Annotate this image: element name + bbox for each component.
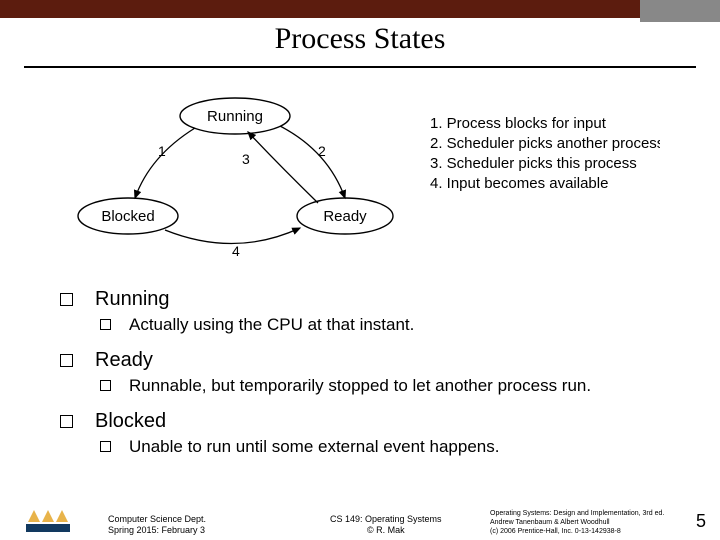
arrow-3-label: 3 <box>242 151 250 167</box>
footer-course-name: CS 149: Operating Systems <box>330 514 442 525</box>
title-underline <box>24 66 696 68</box>
footer-reference: Operating Systems: Design and Implementa… <box>490 509 670 536</box>
bullet-box-icon <box>100 380 111 391</box>
bullet-ready-sub: Runnable, but temporarily stopped to let… <box>60 376 690 396</box>
bullet-running-label: Running <box>95 288 170 311</box>
arrow-2-label: 2 <box>318 143 326 159</box>
bullet-blocked-label: Blocked <box>95 410 166 433</box>
footer-author: © R. Mak <box>330 525 442 536</box>
bullet-blocked-sub: Unable to run until some external event … <box>60 437 690 457</box>
state-running: Running <box>207 108 263 125</box>
bullet-ready: Ready <box>60 349 690 372</box>
state-diagram: Running Blocked Ready 1 2 3 4 1. Process… <box>70 86 660 266</box>
footer-dept: Computer Science Dept. Spring 2015: Febr… <box>108 514 206 536</box>
bullet-box-icon <box>60 293 73 306</box>
state-ready: Ready <box>323 208 367 225</box>
bullet-box-icon <box>100 319 111 330</box>
slide-number: 5 <box>696 511 706 532</box>
state-blocked: Blocked <box>101 208 154 225</box>
footer-ref-2: Andrew Tanenbaum & Albert Woodhull <box>490 518 670 527</box>
footer-ref-1: Operating Systems: Design and Implementa… <box>490 509 670 518</box>
bullet-ready-label: Ready <box>95 349 153 372</box>
sjsu-logo <box>26 508 70 534</box>
legend-1: 1. Process blocks for input <box>430 115 607 132</box>
bullet-running: Running <box>60 288 690 311</box>
arrow-1-label: 1 <box>158 143 166 159</box>
bullet-running-subtext: Actually using the CPU at that instant. <box>129 315 414 335</box>
bullet-blocked-subtext: Unable to run until some external event … <box>129 437 499 457</box>
bullet-running-sub: Actually using the CPU at that instant. <box>60 315 690 335</box>
bullet-ready-subtext: Runnable, but temporarily stopped to let… <box>129 376 591 396</box>
legend-2: 2. Scheduler picks another process <box>430 135 660 152</box>
bullet-blocked: Blocked <box>60 410 690 433</box>
slide-title: Process States <box>0 22 720 56</box>
slide-top-stripe <box>0 0 720 18</box>
legend-3: 3. Scheduler picks this process <box>430 155 637 172</box>
slide-footer: Computer Science Dept. Spring 2015: Febr… <box>0 504 720 536</box>
legend-4: 4. Input becomes available <box>430 175 608 192</box>
bullet-box-icon <box>60 354 73 367</box>
bullet-list: Running Actually using the CPU at that i… <box>60 288 690 471</box>
footer-ref-3: (c) 2006 Prentice-Hall, Inc. 0-13-142938… <box>490 527 670 536</box>
bullet-box-icon <box>100 441 111 452</box>
footer-course: CS 149: Operating Systems © R. Mak <box>330 514 442 536</box>
footer-term: Spring 2015: February 3 <box>108 525 206 536</box>
arrow-4-label: 4 <box>232 243 240 259</box>
bullet-box-icon <box>60 415 73 428</box>
slide-corner-tab <box>640 0 720 22</box>
footer-dept-name: Computer Science Dept. <box>108 514 206 525</box>
